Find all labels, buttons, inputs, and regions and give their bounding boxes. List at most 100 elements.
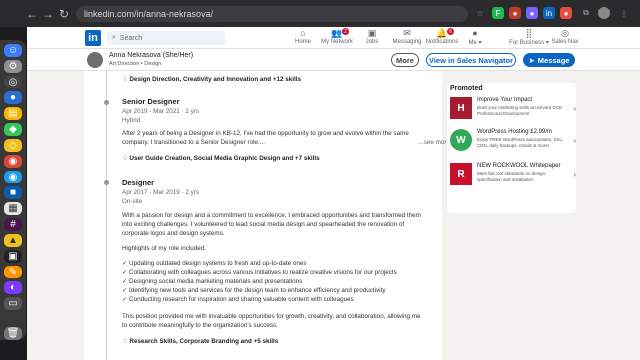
app-icon[interactable]: ▣ (4, 249, 22, 263)
see-more-link[interactable]: ...see more (419, 138, 451, 147)
diamond-icon: ♢ (122, 155, 128, 162)
description-line: company. I transitioned to a Senior Desi… (122, 139, 450, 146)
app-icon[interactable]: ◉ (4, 170, 22, 184)
description-line: corporate logos and design systems. (122, 230, 225, 237)
diamond-icon: ♢ (122, 76, 128, 83)
messaging-icon: ✉ (403, 28, 411, 38)
app-icon[interactable]: ■ (4, 186, 22, 200)
promo-title: WordPress Hosting £2.99/m (477, 129, 552, 135)
finder-icon[interactable]: ☺ (4, 44, 22, 57)
promo-item[interactable]: R NEW ROCKWOOL Whitepaper Meet flat roof… (450, 163, 576, 189)
promoted-heading: Promoted (450, 85, 483, 92)
position-dates: Apr 2019 - Mar 2021 · 2 yrs (122, 108, 199, 115)
harvard-logo: H (450, 97, 472, 119)
app-icon[interactable]: ▲ (4, 233, 22, 247)
position-title: Designer (122, 178, 155, 187)
forward-icon[interactable]: → (40, 7, 56, 21)
skills-line[interactable]: ♢ Research Skills, Corporate Branding an… (122, 337, 278, 346)
network-badge: 2 (342, 28, 349, 35)
view-in-sales-navigator-button[interactable]: View in Sales Navigator (426, 53, 516, 67)
chevron-right-icon: › (573, 136, 576, 145)
star-icon[interactable]: ☆ (474, 7, 486, 19)
avatar (87, 52, 103, 68)
position-type: On-site (122, 198, 143, 205)
linkedin-logo[interactable]: in (85, 30, 101, 46)
app-icon[interactable]: ▭ (4, 297, 22, 311)
extension-icon[interactable]: ● (560, 7, 572, 19)
linkedin-page: in ⌕ Search ⌂ Home 👥 2 My Network ▣ Jobs… (27, 27, 640, 360)
network-icon: 👥 (331, 28, 343, 38)
timeline-line (106, 71, 107, 360)
notifications-badge: 6 (447, 28, 454, 35)
position-dates: Apr 2017 - Mar 2019 · 2 yrs (122, 189, 199, 196)
nav-jobs[interactable]: ▣ Jobs (352, 28, 392, 45)
puzzle-icon[interactable]: ⧉ (580, 7, 592, 19)
address-bar[interactable]: linkedin.com/in/anna-nekrasova/ (76, 6, 468, 22)
extension-icon[interactable]: in (543, 7, 555, 19)
promo-title: Improve Your Impact (477, 97, 533, 103)
nav-me[interactable]: ● Me ▾ (455, 28, 495, 46)
profile-sticky-header: Anna Nekrasova (She/Her) Art Direction •… (27, 49, 640, 71)
app-icon[interactable]: ▦ (4, 202, 22, 216)
wordpress-hosting-logo: W (450, 129, 472, 151)
message-button[interactable]: ➤ Message (523, 53, 575, 67)
position-title: Senior Designer (122, 97, 180, 106)
bullet-item: ✓ Updating outdated design systems to fr… (122, 260, 307, 267)
app-icon[interactable]: ● (4, 91, 22, 105)
skills-line[interactable]: ♢ Design Direction, Creativity and Innov… (122, 75, 301, 84)
settings-icon[interactable]: ⚙ (4, 59, 22, 73)
bullet-item: ✓ Conducting research for inspiration an… (122, 296, 354, 303)
app-icon[interactable]: ◆ (4, 123, 22, 136)
linkedin-navbar: in ⌕ Search ⌂ Home 👥 2 My Network ▣ Jobs… (27, 27, 640, 49)
chevron-right-icon: › (573, 170, 576, 179)
description-line: Highlights of my role included: (122, 245, 206, 252)
sketch-icon[interactable]: ◇ (4, 138, 22, 152)
timeline-dot (104, 180, 109, 185)
extension-icon[interactable]: ● (509, 7, 521, 19)
dock: ☺ ⚙ ◎ ● ▤ ◆ ◇ ◉ ◉ ■ ▦ # ▲ ▣ ✎ ◐ ▭ 🗑 (0, 40, 26, 340)
bullet-item: ✓ Collaborating with colleagues across v… (122, 269, 397, 276)
avatar-icon: ● (472, 28, 478, 38)
app-icon[interactable]: ◐ (4, 281, 22, 295)
chevron-right-icon: › (573, 104, 576, 113)
search-placeholder: Search (119, 34, 143, 42)
app-icon[interactable]: ✎ (4, 265, 22, 279)
profile-avatar[interactable] (598, 7, 610, 19)
extension-icon[interactable]: F (492, 7, 504, 19)
profile-name: Anna Nekrasova (She/Her) (109, 52, 194, 59)
description-line: With a passion for design and a commitme… (122, 212, 421, 219)
profile-headline: Art Direction • Design (109, 61, 162, 67)
extension-icon[interactable]: ● (526, 7, 538, 19)
diamond-icon: ♢ (122, 338, 128, 345)
promo-title: NEW ROCKWOOL Whitepaper (477, 163, 561, 169)
promo-description: Build your marketing skills at Harvard D… (477, 105, 563, 116)
promo-item[interactable]: H Improve Your Impact Build your marketi… (450, 97, 576, 123)
more-button[interactable]: More (391, 53, 419, 67)
browser-toolbar: ← → ↻ linkedin.com/in/anna-nekrasova/ ☆ … (0, 0, 640, 27)
nav-my-network[interactable]: 👥 2 My Network (317, 28, 357, 45)
menu-icon[interactable]: ⋮ (618, 7, 630, 19)
app-icon[interactable]: ◎ (4, 75, 22, 89)
send-icon: ➤ (528, 55, 535, 65)
skills-line[interactable]: ♢ User Guide Creation, Social Media Grap… (122, 154, 320, 163)
promo-item[interactable]: W WordPress Hosting £2.99/m Enjoy FREE W… (450, 129, 576, 155)
url-text: linkedin.com/in/anna-nekrasova/ (84, 9, 214, 19)
promo-description: Meet flat roof standards on design, spec… (477, 171, 547, 182)
description-line: into exciting challenges. I volunteered … (122, 221, 405, 228)
notes-icon[interactable]: ▤ (4, 107, 22, 121)
position-type: Hybrid (122, 117, 141, 124)
timeline-dot (104, 100, 109, 105)
slack-icon[interactable]: # (4, 218, 22, 231)
rockwool-logo: R (450, 163, 472, 185)
chrome-icon[interactable]: ◉ (4, 154, 22, 168)
nav-messaging[interactable]: ✉ Messaging (387, 28, 427, 45)
reload-icon[interactable]: ↻ (56, 7, 72, 21)
nav-sales-nav[interactable]: ◎ Sales Nav (545, 28, 585, 45)
description-line: After 2 years of being a Designer in KB-… (122, 130, 409, 137)
bullet-item: ✓ Identifying new tools and services for… (122, 287, 386, 294)
search-icon: ⌕ (112, 34, 116, 41)
trash-icon[interactable]: 🗑 (4, 327, 22, 340)
search-input[interactable]: ⌕ Search (107, 31, 225, 45)
back-icon[interactable]: ← (24, 7, 40, 21)
experience-section: ♢ Design Direction, Creativity and Innov… (84, 71, 450, 360)
